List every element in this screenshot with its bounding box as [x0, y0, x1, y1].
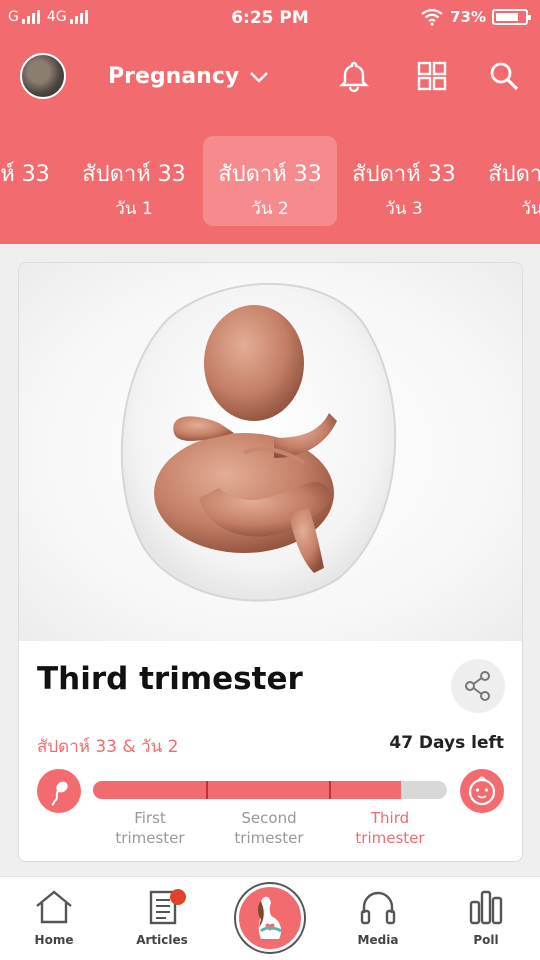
app-bar: Pregnancy: [0, 36, 540, 120]
baby-face-icon: [468, 776, 496, 806]
day-tab[interactable]: สัปดาห์ 33 วัน 1: [67, 136, 201, 226]
progress-fill: [93, 781, 401, 799]
fetus-illustration: [19, 263, 522, 641]
day-tab-day: วัน 3: [385, 199, 423, 219]
search-button[interactable]: [486, 58, 522, 94]
nav-articles[interactable]: Articles: [122, 885, 202, 957]
avatar[interactable]: [20, 53, 66, 99]
chevron-down-icon: [250, 71, 269, 83]
search-icon: [490, 62, 519, 91]
sperm-icon: [51, 781, 68, 806]
trimester-label-third: Third trimester: [355, 809, 425, 847]
days-left-label: 47 Days left: [389, 733, 504, 753]
battery-percent: 73%: [450, 8, 486, 26]
conception-button[interactable]: [37, 769, 81, 813]
pregnant-woman-icon: [258, 896, 282, 939]
trimester-divider: [206, 781, 208, 799]
pregnancy-card: Third trimester สัปดาห์ 33 & วัน 2 47 Da…: [18, 262, 523, 862]
day-tab-week: สัปดาห์ 33: [0, 162, 50, 187]
baby-button[interactable]: [460, 769, 504, 813]
day-tab-day: วัน 2: [251, 199, 289, 219]
day-tab[interactable]: สัปดาห์ 33 วัน 3: [337, 136, 471, 226]
articles-notification-badge: [170, 889, 186, 905]
nav-media[interactable]: Media: [338, 885, 418, 957]
nav-poll-label: Poll: [473, 933, 499, 947]
day-tab[interactable]: สัปดาห์ 33: [0, 136, 65, 226]
day-tab-week: สัปดาห์ 33: [82, 162, 186, 187]
fetus-image: [120, 282, 397, 602]
status-bar: G 4G 6:25 PM 73%: [0, 0, 540, 36]
day-tab[interactable]: สัปดาห์ 33 วัน 4: [473, 136, 540, 226]
nav-home[interactable]: Home: [14, 885, 94, 957]
nav-articles-label: Articles: [136, 933, 188, 947]
share-icon: [465, 671, 490, 701]
day-tab-day: วัน 4: [521, 199, 540, 219]
share-button[interactable]: [451, 659, 505, 713]
week-day-label: สัปดาห์ 33 & วัน 2: [37, 737, 179, 757]
grid-icon: [417, 61, 447, 91]
day-tab-day: วัน 1: [115, 199, 153, 219]
day-tab-week: สัปดาห์ 33: [488, 162, 540, 187]
home-icon: [36, 890, 72, 924]
wifi-icon: [421, 8, 443, 26]
day-tab-week: สัปดาห์ 33: [218, 162, 322, 187]
trimester-divider: [329, 781, 331, 799]
battery-icon: [492, 9, 531, 25]
day-tab-active[interactable]: สัปดาห์ 33 วัน 2: [203, 136, 337, 226]
bell-icon: [339, 61, 369, 93]
trimester-label-first: First trimester: [115, 809, 185, 847]
trimester-label-second: Second trimester: [234, 809, 304, 847]
nav-poll[interactable]: Poll: [446, 885, 526, 957]
mode-dropdown[interactable]: Pregnancy: [108, 64, 269, 89]
day-tab-strip[interactable]: สัปดาห์ 33 สัปดาห์ 33 วัน 1 สัปดาห์ 33 ว…: [0, 120, 540, 244]
headphones-icon: [360, 891, 396, 925]
poll-icon: [469, 890, 503, 925]
pregnancy-home-button[interactable]: [236, 884, 304, 952]
day-tab-week: สัปดาห์ 33: [352, 162, 456, 187]
nav-media-label: Media: [357, 933, 399, 947]
notifications-button[interactable]: [336, 58, 372, 94]
mode-title: Pregnancy: [108, 64, 240, 89]
nav-home-label: Home: [34, 933, 74, 947]
grid-menu-button[interactable]: [414, 58, 450, 94]
stage-title: Third trimester: [37, 661, 303, 697]
trimester-progress-bar: [93, 781, 447, 799]
